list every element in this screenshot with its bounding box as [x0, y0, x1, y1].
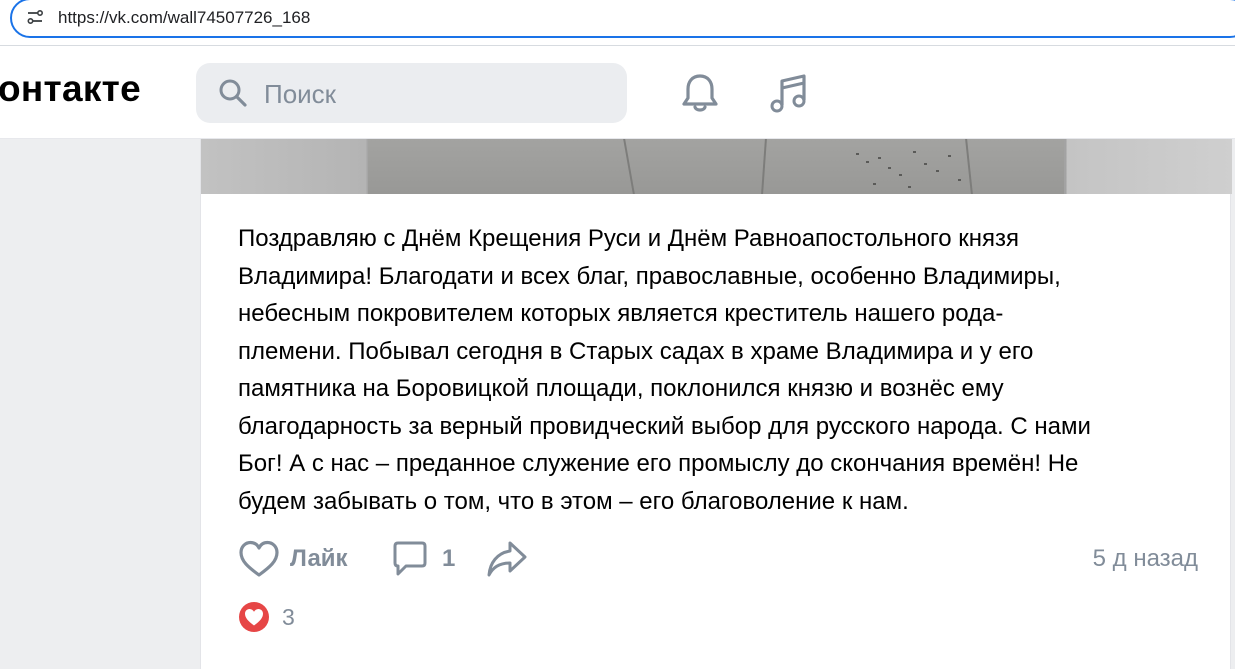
- bell-icon[interactable]: [680, 72, 720, 114]
- heart-outline-icon: [239, 540, 279, 577]
- post-text-line: Бог! А с нас – преданное служение его пр…: [238, 450, 1079, 477]
- site-logo[interactable]: онтакте: [0, 68, 141, 110]
- post-text-line: небесным покровителем которых является к…: [238, 300, 1004, 327]
- site-settings-icon[interactable]: [26, 8, 44, 26]
- comment-button[interactable]: 1: [390, 539, 455, 579]
- post-text-line: племени. Побывал сегодня в Старых садах …: [238, 337, 1034, 365]
- like-label: Лайк: [290, 545, 348, 572]
- wall-post: Поздравляю с Днём Крещения Руси и Днём Р…: [200, 139, 1232, 669]
- post-photo-image[interactable]: [368, 139, 1064, 194]
- post-text-line: благодарность за верный провидческий выб…: [238, 412, 1091, 440]
- site-header: онтакте Поиск: [0, 46, 1235, 139]
- reaction-count: 3: [282, 603, 295, 630]
- search-placeholder: Поиск: [264, 79, 337, 109]
- left-column: [0, 139, 200, 658]
- post-text: Поздравляю с Днём Крещения Руси и Днём Р…: [238, 220, 1213, 520]
- address-bar[interactable]: https://vk.com/wall74507726_168: [10, 0, 1235, 38]
- search-icon: [219, 79, 247, 107]
- post-text-line: памятника на Боровицкой площади, поклони…: [238, 375, 1004, 402]
- post-text-line: Владимира! Благодати и всех благ, правос…: [238, 262, 1061, 290]
- post-photo[interactable]: [201, 139, 1232, 194]
- browser-toolbar: https://vk.com/wall74507726_168: [0, 0, 1235, 46]
- post-timestamp[interactable]: 5 д назад: [1093, 545, 1198, 573]
- post-actions: Лайк 1 5 д назад: [238, 537, 1198, 581]
- url-text[interactable]: https://vk.com/wall74507726_168: [58, 8, 310, 28]
- music-icon[interactable]: [768, 72, 810, 114]
- post-reactions[interactable]: 3: [238, 600, 295, 634]
- post-text-line: будем забывать о том, что в этом – его б…: [238, 487, 909, 515]
- post-text-line: Поздравляю с Днём Крещения Руси и Днём Р…: [238, 225, 1020, 252]
- share-icon[interactable]: [486, 539, 528, 579]
- comment-icon: [393, 541, 427, 576]
- like-button[interactable]: Лайк: [238, 537, 348, 581]
- heart-filled-icon: [239, 602, 269, 632]
- comment-count: 1: [442, 545, 456, 572]
- search-input[interactable]: Поиск: [196, 63, 627, 123]
